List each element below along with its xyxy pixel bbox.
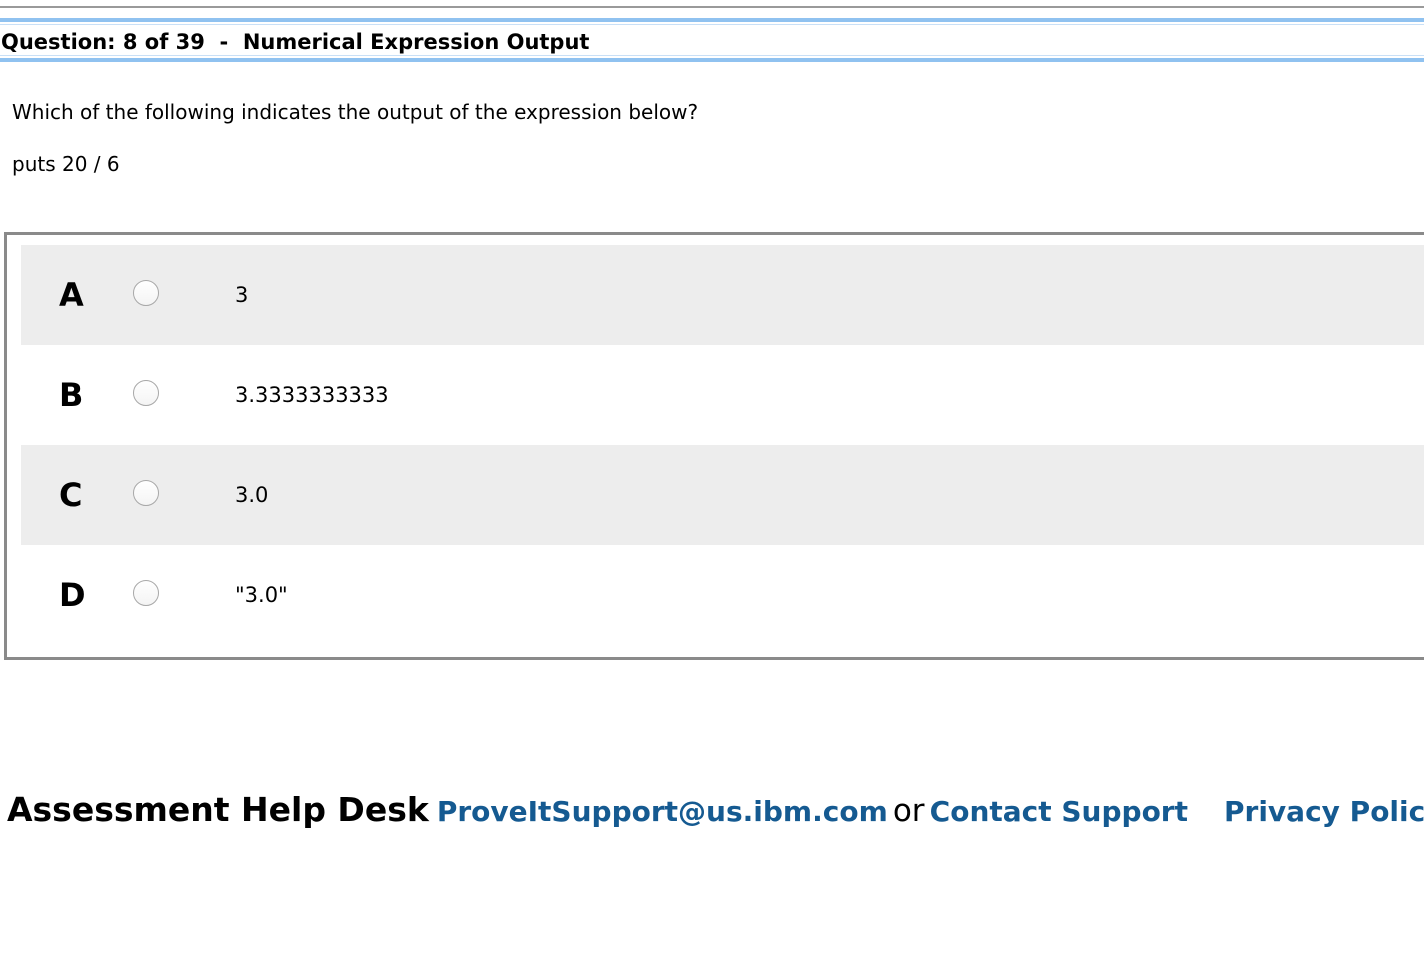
- answer-text[interactable]: "3.0": [235, 581, 288, 609]
- answer-text[interactable]: 3: [235, 281, 248, 309]
- answer-radio-c[interactable]: [133, 480, 159, 506]
- header-band-inner-line: [0, 24, 1424, 25]
- contact-support-link[interactable]: Contact Support: [930, 795, 1188, 828]
- header-band-inner-line: [0, 55, 1424, 56]
- answer-letter: A: [59, 276, 84, 314]
- or-text: or: [892, 793, 925, 829]
- support-email-link[interactable]: ProveItSupport@us.ibm.com: [437, 795, 888, 828]
- answer-row-a[interactable]: A 3: [21, 245, 1424, 345]
- answer-text[interactable]: 3.0: [235, 481, 268, 509]
- question-header: Question: 8 of 39 - Numerical Expression…: [1, 30, 590, 54]
- privacy-policy-link[interactable]: Privacy Policy: [1224, 795, 1424, 828]
- help-desk-label: Assessment Help Desk: [7, 790, 429, 829]
- question-prompt: Which of the following indicates the out…: [12, 100, 699, 124]
- answers-box: A 3 B 3.3333333333 C 3.0 D "3.0": [4, 232, 1424, 660]
- question-code: puts 20 / 6: [12, 152, 120, 176]
- top-divider: [0, 6, 1424, 8]
- answer-letter: D: [59, 576, 86, 614]
- answer-row-b[interactable]: B 3.3333333333: [21, 345, 1424, 445]
- answer-row-d[interactable]: D "3.0": [21, 545, 1424, 645]
- answer-radio-a[interactable]: [133, 280, 159, 306]
- answer-radio-d[interactable]: [133, 580, 159, 606]
- answer-text[interactable]: 3.3333333333: [235, 381, 389, 409]
- answer-letter: B: [59, 376, 84, 414]
- answer-radio-b[interactable]: [133, 380, 159, 406]
- answer-row-c[interactable]: C 3.0: [21, 445, 1424, 545]
- answer-letter: C: [59, 476, 83, 514]
- footer: Assessment Help Desk ProveItSupport@us.ib…: [7, 788, 1424, 838]
